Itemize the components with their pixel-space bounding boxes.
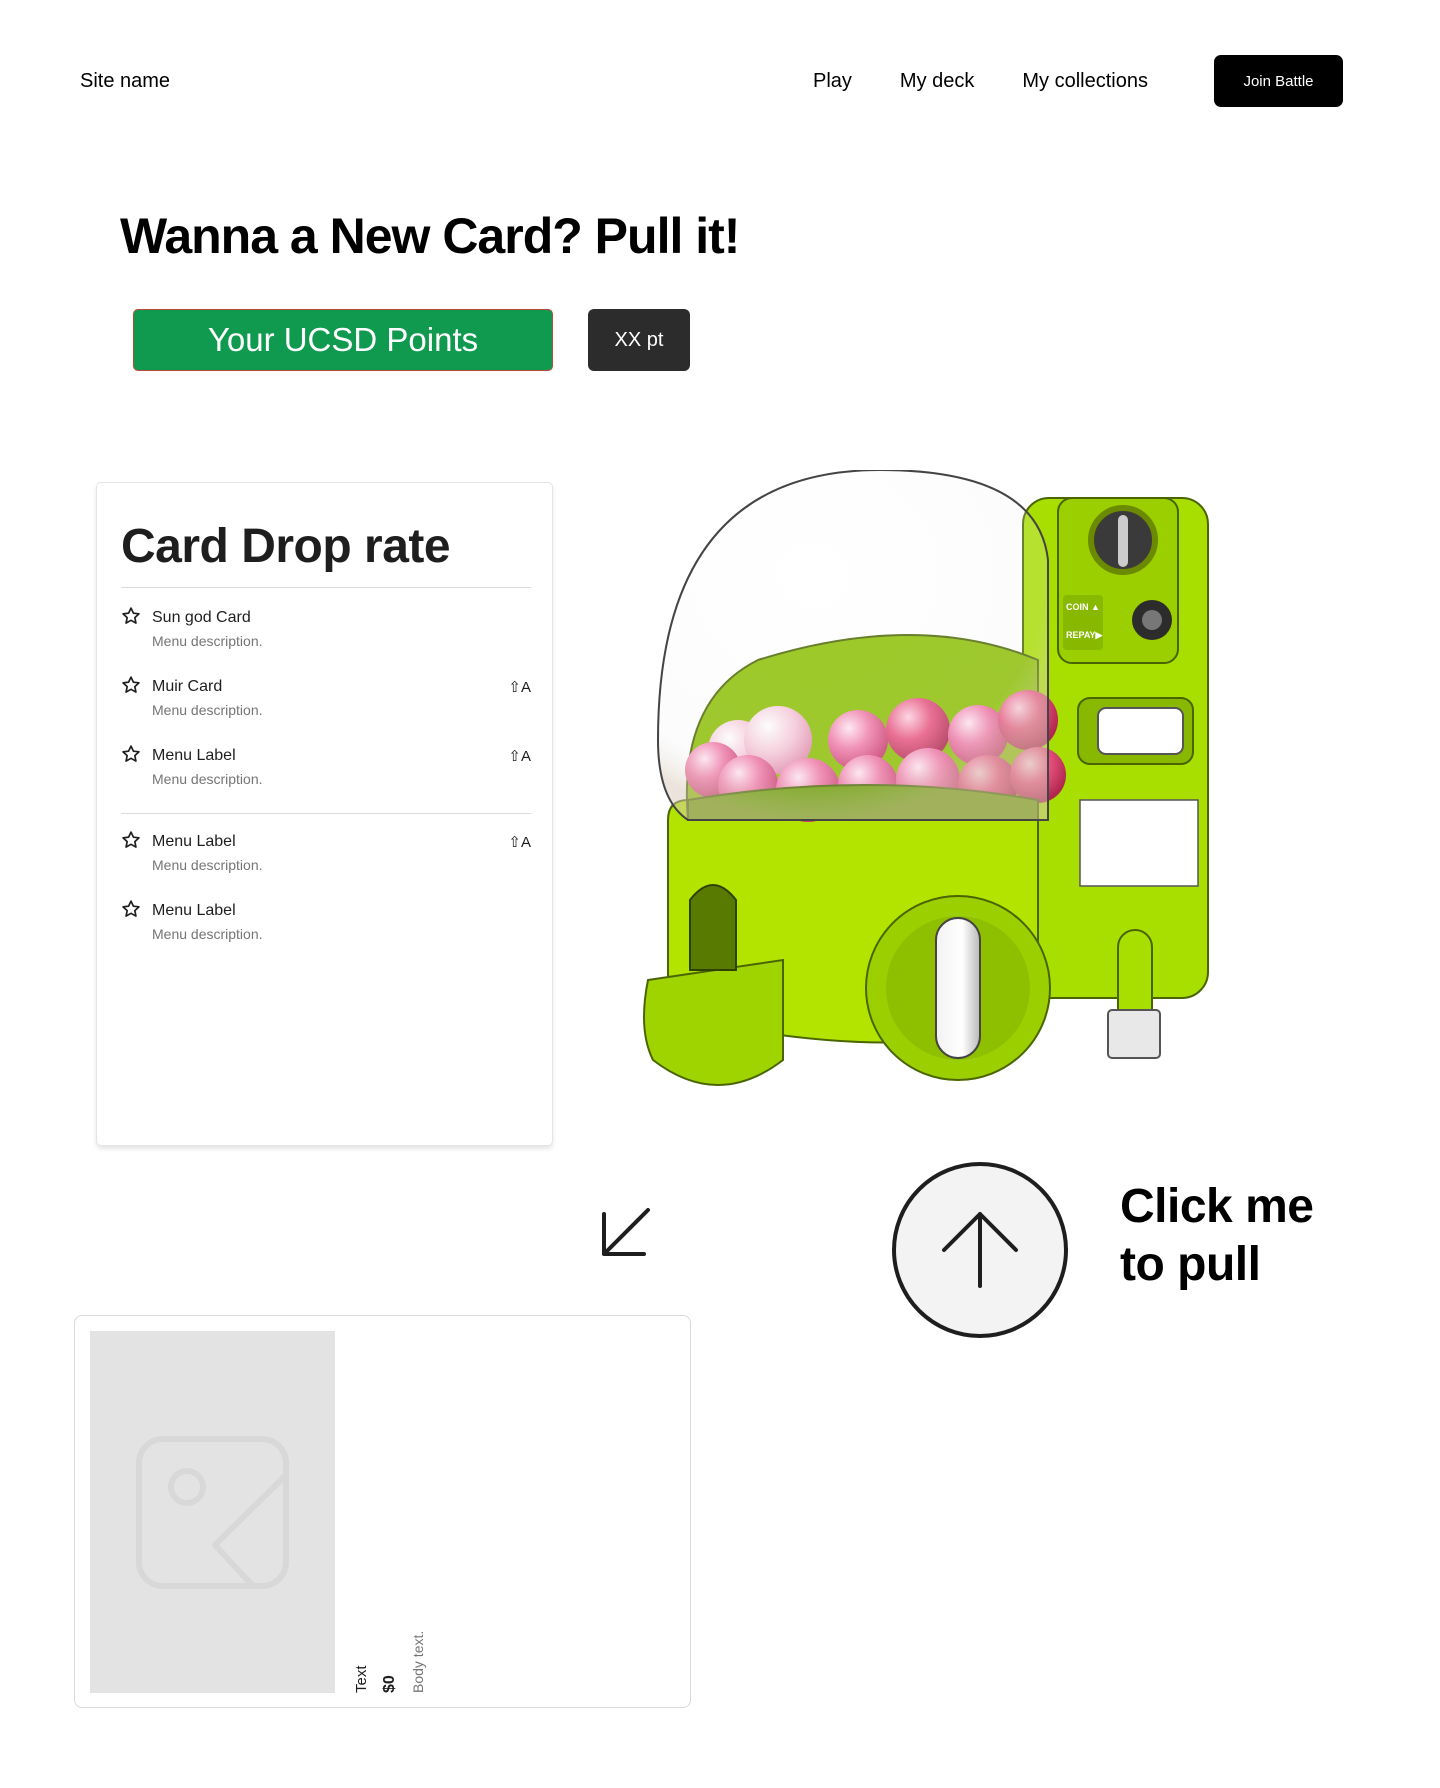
menu-description: Menu description. [152,702,263,718]
coin-label: COIN ▲ [1066,602,1100,612]
nav-link-my-collections[interactable]: My collections [1022,70,1148,93]
star-icon [122,676,140,693]
menu-description: Menu description. [152,926,263,942]
repay-label: REPAY▶ [1066,630,1104,640]
star-icon [122,831,140,848]
menu-description: Menu description. [152,857,263,873]
menu-label: Menu Label [152,747,236,764]
star-icon [122,900,140,917]
divider [121,813,531,814]
pull-caption: Click me to pull [1120,1178,1314,1294]
product-card[interactable]: Text $0 Body text. [74,1315,691,1708]
nav-link-play[interactable]: Play [813,70,852,93]
star-icon [122,745,140,762]
menu-item[interactable]: Menu Label Menu description. ⇧A [121,830,531,886]
drop-rate-card: Card Drop rate Sun god Card Menu descrip… [96,482,553,1146]
site-name[interactable]: Site name [80,70,170,93]
points-value-badge: XX pt [588,309,690,371]
menu-item[interactable]: Menu Label Menu description. ⇧A [121,744,531,800]
drop-rate-title: Card Drop rate [121,520,451,573]
arrow-down-left-icon [602,1208,650,1256]
menu-shortcut: ⇧A [508,679,531,696]
menu-shortcut: ⇧A [508,834,531,851]
join-battle-button[interactable]: Join Battle [1214,55,1343,107]
star-icon [122,607,140,624]
menu-label: Muir Card [152,678,223,695]
menu-shortcut: ⇧A [508,748,531,765]
menu-item[interactable]: Sun god Card Menu description. [121,606,531,662]
ucsd-points-button[interactable]: Your UCSD Points [133,309,553,371]
pull-caption-line2: to pull [1120,1238,1261,1291]
product-image-placeholder [90,1331,335,1693]
product-text: Text [353,1665,370,1693]
menu-item[interactable]: Muir Card Menu description. ⇧A [121,675,531,731]
pull-button[interactable] [892,1162,1068,1338]
nav-link-my-deck[interactable]: My deck [900,70,974,93]
menu-description: Menu description. [152,633,263,649]
product-body-text: Body text. [410,1630,426,1693]
arrow-up-icon [942,1212,1018,1288]
divider [121,587,531,588]
nav-links: Play My deck My collections [813,70,1148,93]
pull-caption-line1: Click me [1120,1180,1314,1233]
gacha-machine-illustration: COIN ▲ REPAY▶ [643,470,1209,1086]
menu-label: Sun god Card [152,609,251,626]
menu-label: Menu Label [152,902,236,919]
page-title: Wanna a New Card? Pull it! [120,208,740,264]
menu-item[interactable]: Menu Label Menu description. [121,899,531,955]
image-icon [136,1436,289,1589]
menu-description: Menu description. [152,771,263,787]
product-price: $0 [381,1675,398,1693]
menu-label: Menu Label [152,833,236,850]
